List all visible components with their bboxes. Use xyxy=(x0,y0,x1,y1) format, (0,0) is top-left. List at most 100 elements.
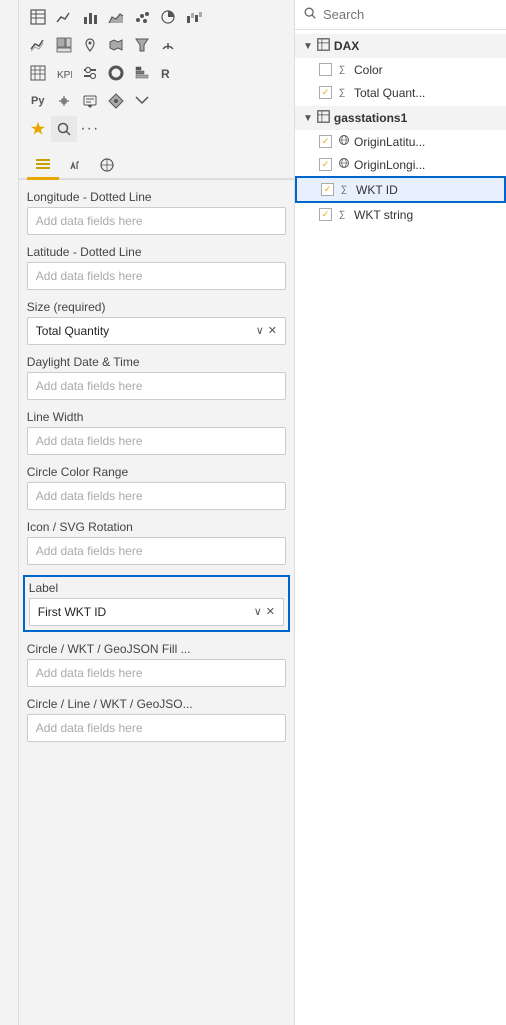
field-drop-placeholder-daylight-datetime: Add data fields here xyxy=(36,379,277,393)
icon-python[interactable]: Py xyxy=(25,88,51,114)
field-drop-icon-svg-rotation[interactable]: Add data fields here xyxy=(27,537,286,565)
field-drop-line-width[interactable]: Add data fields here xyxy=(27,427,286,455)
field-section-longitude-dotted: Longitude - Dotted LineAdd data fields h… xyxy=(27,190,286,235)
python-label: Py xyxy=(31,95,44,107)
icon-multiline[interactable] xyxy=(25,32,51,58)
field-drop-daylight-datetime[interactable]: Add data fields here xyxy=(27,372,286,400)
field-label-line-width: Line Width xyxy=(27,410,286,424)
checkbox-wkt-string[interactable] xyxy=(319,208,332,221)
tree-group-header-gasstations1[interactable]: ▼ gasstations1 xyxy=(295,106,506,130)
icon-treemap[interactable] xyxy=(51,32,77,58)
field-drop-circle-color-range[interactable]: Add data fields here xyxy=(27,482,286,510)
icon-custom-visual[interactable] xyxy=(25,116,51,142)
field-drop-placeholder-circle-color-range: Add data fields here xyxy=(36,489,277,503)
tree-item-label-wkt-string: WKT string xyxy=(354,208,413,222)
search-icon xyxy=(303,6,317,23)
clear-icon[interactable]: ✕ xyxy=(266,605,275,618)
field-drop-placeholder-circle-line-wkt-geojso: Add data fields here xyxy=(36,721,277,735)
icon-gauge[interactable] xyxy=(155,32,181,58)
chevron-down-icon[interactable]: ∨ xyxy=(256,324,264,337)
field-section-icon-svg-rotation: Icon / SVG Rotation Add data fields here xyxy=(27,520,286,565)
icon-matrix[interactable] xyxy=(25,60,51,86)
tree-item-wkt-string[interactable]: ∑ WKT string xyxy=(295,203,506,226)
calc-icon-total-quant: ∑ xyxy=(338,85,350,100)
icon-dots[interactable]: ··· xyxy=(77,116,103,142)
tree-group-gasstations1: ▼ gasstations1 OriginLatitu... OriginLongi.… xyxy=(295,106,506,226)
chevron-icon-gasstations1: ▼ xyxy=(303,113,313,124)
icon-more[interactable] xyxy=(129,88,155,114)
calc-icon-wkt-string: ∑ xyxy=(338,207,350,222)
field-label-daylight-datetime: Daylight Date & Time xyxy=(27,355,286,369)
icon-piechart[interactable] xyxy=(155,4,181,30)
field-section-size-required: Size (required)Total Quantity∨ ✕ xyxy=(27,300,286,345)
field-drop-label[interactable]: First WKT ID∨ ✕ xyxy=(29,598,284,626)
tree-group-header-dax[interactable]: ▼DAX xyxy=(295,34,506,58)
tree-item-origin-longi[interactable]: OriginLongi... xyxy=(295,153,506,176)
field-drop-circle-wkt-geojson-fill[interactable]: Add data fields here xyxy=(27,659,286,687)
icon-smart-narrative[interactable] xyxy=(77,88,103,114)
icon-slicer[interactable] xyxy=(77,60,103,86)
tree-item-origin-latitu[interactable]: OriginLatitu... xyxy=(295,130,506,153)
tree-item-label-origin-longi: OriginLongi... xyxy=(354,158,425,172)
checkbox-origin-latitu[interactable] xyxy=(319,135,332,148)
field-label-circle-wkt-geojson-fill: Circle / WKT / GeoJSON Fill ... xyxy=(27,642,286,656)
field-drop-placeholder-circle-wkt-geojson-fill: Add data fields here xyxy=(36,666,277,680)
icon-funnel[interactable] xyxy=(129,32,155,58)
table-icon-dax xyxy=(317,38,330,54)
fields-container: Longitude - Dotted LineAdd data fields h… xyxy=(19,180,294,1025)
field-drop-circle-line-wkt-geojso[interactable]: Add data fields here xyxy=(27,714,286,742)
field-section-label: Label First WKT ID∨ ✕ xyxy=(23,575,290,632)
icon-table[interactable] xyxy=(25,4,51,30)
clear-icon[interactable]: ✕ xyxy=(268,324,277,337)
field-drop-longitude-dotted[interactable]: Add data fields here xyxy=(27,207,286,235)
checkbox-color[interactable] xyxy=(319,63,332,76)
svg-text:KPI: KPI xyxy=(57,70,72,81)
icon-scatterchart[interactable] xyxy=(129,4,155,30)
icon-waterfallchart[interactable] xyxy=(181,4,207,30)
tree-item-label-origin-latitu: OriginLatitu... xyxy=(354,135,425,149)
field-label-label: Label xyxy=(29,581,284,595)
chevron-down-icon[interactable]: ∨ xyxy=(254,605,262,618)
icon-grid: KPI R Py xyxy=(19,0,294,148)
tree-group-label-gasstations1: gasstations1 xyxy=(334,111,407,125)
icon-search[interactable] xyxy=(51,116,77,142)
checkbox-wkt-id[interactable] xyxy=(321,183,334,196)
field-drop-text-label: First WKT ID xyxy=(38,605,254,619)
field-drop-placeholder-latitude-dotted: Add data fields here xyxy=(36,269,277,283)
icon-azure-map[interactable] xyxy=(103,88,129,114)
tab-analytics[interactable] xyxy=(91,152,123,180)
tree-item-color[interactable]: ∑ Color xyxy=(295,58,506,81)
search-input[interactable] xyxy=(323,7,499,22)
tab-fields[interactable] xyxy=(27,152,59,180)
filters-tab[interactable] xyxy=(0,0,19,1025)
tab-format[interactable] xyxy=(59,152,91,180)
svg-text:∑: ∑ xyxy=(339,64,345,74)
field-label-circle-line-wkt-geojso: Circle / Line / WKT / GeoJSO... xyxy=(27,697,286,711)
field-label-icon-svg-rotation: Icon / SVG Rotation xyxy=(27,520,286,534)
icon-r-script[interactable]: R xyxy=(155,60,181,86)
checkbox-total-quant[interactable] xyxy=(319,86,332,99)
icon-donut[interactable] xyxy=(103,60,129,86)
icon-row-4: Py xyxy=(25,88,288,114)
icon-stacked-bar[interactable] xyxy=(129,60,155,86)
field-section-circle-line-wkt-geojso: Circle / Line / WKT / GeoJSO... Add data … xyxy=(27,697,286,742)
tree-item-label-color: Color xyxy=(354,63,383,77)
icon-filledmap[interactable] xyxy=(103,32,129,58)
field-drop-placeholder-line-width: Add data fields here xyxy=(36,434,277,448)
icon-linechart[interactable] xyxy=(51,4,77,30)
tree-item-total-quant[interactable]: ∑Total Quant... xyxy=(295,81,506,104)
field-drop-latitude-dotted[interactable]: Add data fields here xyxy=(27,262,286,290)
icon-areachart[interactable] xyxy=(103,4,129,30)
svg-text:∑: ∑ xyxy=(339,209,345,219)
checkbox-origin-longi[interactable] xyxy=(319,158,332,171)
field-drop-size-required[interactable]: Total Quantity∨ ✕ xyxy=(27,317,286,345)
left-panel: KPI R Py xyxy=(19,0,295,1025)
icon-map[interactable] xyxy=(77,32,103,58)
field-drop-placeholder-icon-svg-rotation: Add data fields here xyxy=(36,544,277,558)
icon-decomp-tree[interactable] xyxy=(51,88,77,114)
icon-barchart[interactable] xyxy=(77,4,103,30)
chevron-icon-dax: ▼ xyxy=(303,41,313,52)
icon-row-5: ··· xyxy=(25,116,288,142)
tree-item-wkt-id[interactable]: ∑WKT ID xyxy=(295,176,506,203)
icon-kpi[interactable]: KPI xyxy=(51,60,77,86)
